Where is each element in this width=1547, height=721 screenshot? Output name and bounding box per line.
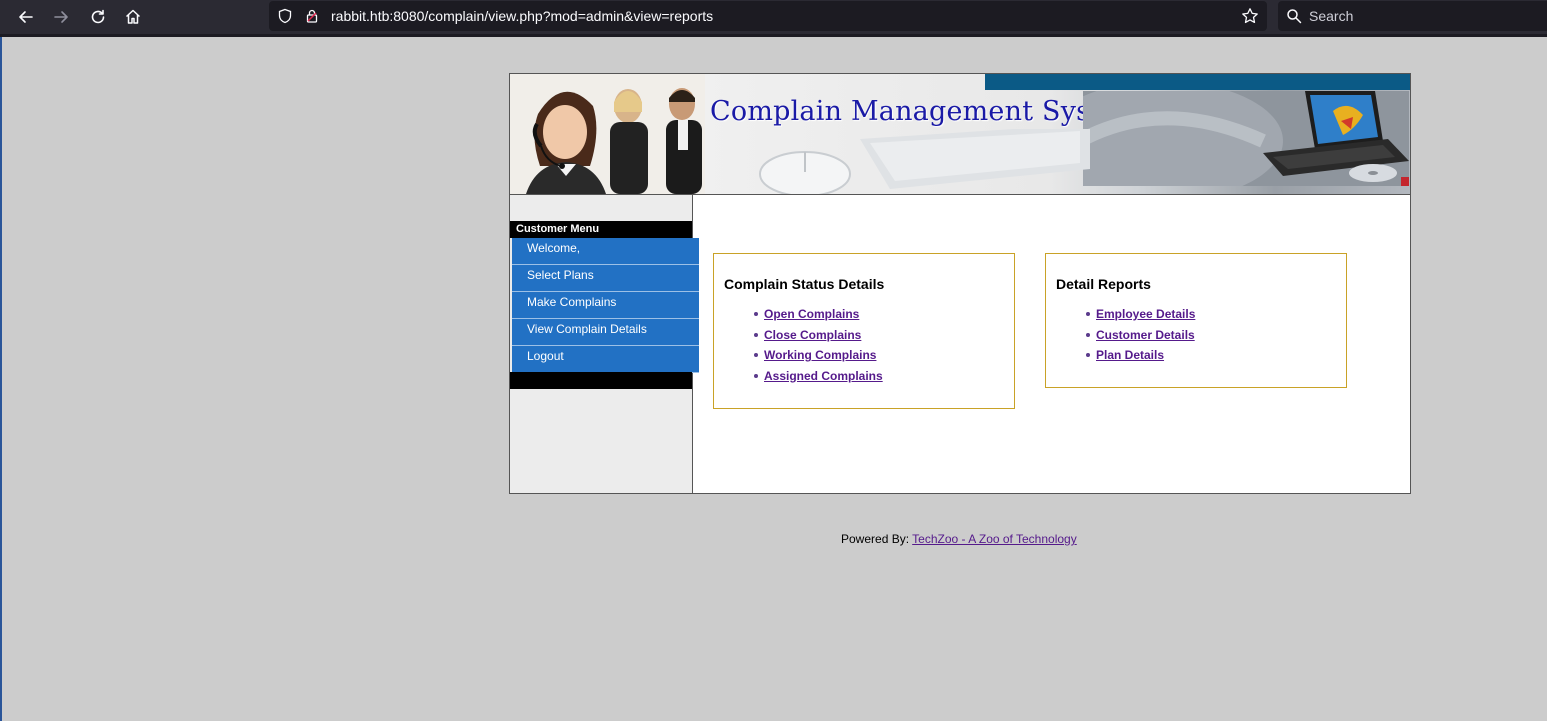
sidebar-heading: Customer Menu: [510, 221, 692, 238]
close-complains-link[interactable]: Close Complains: [764, 328, 861, 342]
list-item: Working Complains: [754, 347, 883, 368]
browser-toolbar: rabbit.htb:8080/complain/view.php?mod=ad…: [0, 0, 1547, 37]
shield-icon[interactable]: [277, 8, 293, 24]
employee-details-link[interactable]: Employee Details: [1096, 307, 1195, 321]
forward-arrow-icon: [54, 11, 68, 23]
search-icon: [1287, 9, 1302, 24]
site-title: Complain Management System: [710, 96, 1144, 127]
sidebar: Customer Menu Welcome, Select Plans Make…: [510, 195, 699, 493]
banner-strip: [985, 74, 1410, 90]
powered-by-label: Powered By:: [841, 532, 910, 546]
customer-details-link[interactable]: Customer Details: [1096, 328, 1195, 342]
list-item: Assigned Complains: [754, 368, 883, 389]
list-item: Close Complains: [754, 327, 883, 348]
plan-details-link[interactable]: Plan Details: [1096, 348, 1164, 362]
back-button[interactable]: [13, 4, 39, 30]
bookmark-star-icon[interactable]: [1241, 7, 1259, 25]
complain-status-box: Complain Status Details Open Complains C…: [713, 253, 1015, 409]
list-item: Customer Details: [1086, 327, 1195, 348]
menu-item-welcome[interactable]: Welcome,: [512, 238, 699, 265]
url-text[interactable]: rabbit.htb:8080/complain/view.php?mod=ad…: [331, 8, 713, 24]
people-illustration-icon: [510, 74, 705, 194]
window-edge: [0, 37, 2, 721]
url-bar[interactable]: rabbit.htb:8080/complain/view.php?mod=ad…: [269, 1, 1267, 31]
menu-item-select-plans[interactable]: Select Plans: [512, 265, 699, 292]
list-item: Plan Details: [1086, 347, 1195, 368]
home-button[interactable]: [120, 4, 146, 30]
lock-icon[interactable]: [304, 8, 320, 24]
forward-button[interactable]: [48, 4, 74, 30]
list-item: Open Complains: [754, 306, 883, 327]
list-item: Employee Details: [1086, 306, 1195, 327]
reload-icon: [91, 9, 105, 24]
detail-reports-box: Detail Reports Employee Details Customer…: [1045, 253, 1347, 388]
menu-item-make-complains[interactable]: Make Complains: [512, 292, 699, 319]
back-arrow-icon: [19, 11, 33, 23]
page-container: Complain Management System Customer Menu…: [509, 73, 1411, 494]
mouse-keyboard-illustration-icon: [759, 129, 1090, 194]
menu-item-view-complain-details[interactable]: View Complain Details: [512, 319, 699, 346]
detail-reports-title: Detail Reports: [1056, 276, 1151, 292]
detail-reports-links: Employee Details Customer Details Plan D…: [1086, 306, 1195, 368]
search-bar[interactable]: Search: [1278, 1, 1547, 31]
powered-by-footer: Powered By: TechZoo - A Zoo of Technolog…: [841, 532, 1077, 546]
header-banner: Complain Management System: [510, 74, 1410, 195]
open-complains-link[interactable]: Open Complains: [764, 307, 859, 321]
laptop-illustration-icon: [1043, 81, 1409, 194]
assigned-complains-link[interactable]: Assigned Complains: [764, 369, 883, 383]
complain-status-title: Complain Status Details: [724, 276, 885, 292]
customer-menu: Welcome, Select Plans Make Complains Vie…: [512, 238, 699, 373]
reload-button[interactable]: [85, 4, 111, 30]
search-placeholder[interactable]: Search: [1309, 8, 1353, 24]
complain-status-links: Open Complains Close Complains Working C…: [754, 306, 883, 388]
working-complains-link[interactable]: Working Complains: [764, 348, 876, 362]
menu-item-logout[interactable]: Logout: [512, 346, 699, 373]
techzoo-link[interactable]: TechZoo - A Zoo of Technology: [912, 532, 1077, 546]
home-icon: [125, 9, 141, 24]
menu-footer-bar: [510, 372, 692, 389]
banner-people-image: [510, 74, 705, 194]
banner-laptop-image: [1043, 81, 1409, 194]
